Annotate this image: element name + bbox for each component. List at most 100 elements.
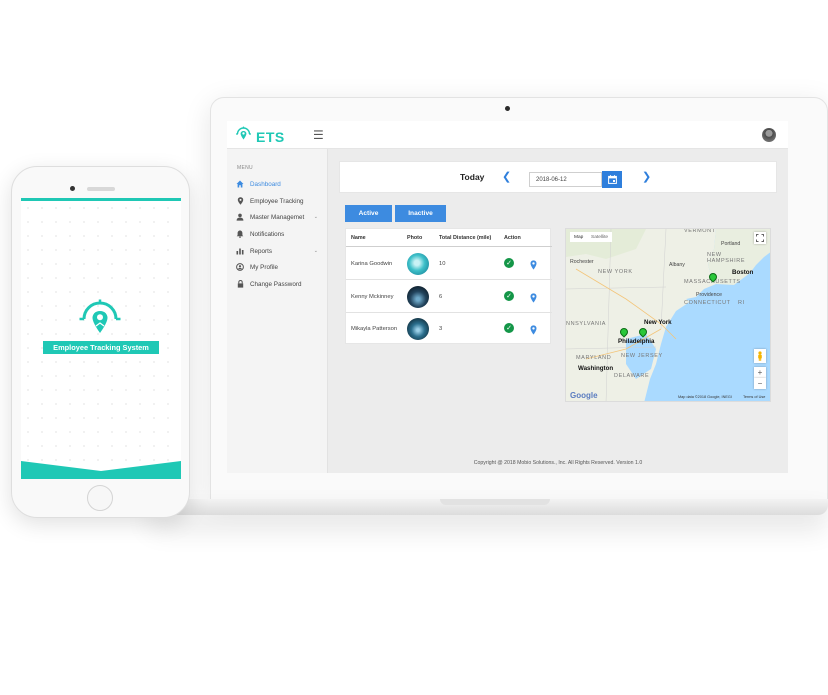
map-label: NNSYLVANIA [566,321,607,327]
employee-distance: 10 [439,261,446,267]
map-label: Portland [721,241,741,247]
google-logo: Google [570,391,598,400]
profile-circle-icon [236,263,244,271]
sidebar-item-employee-tracking[interactable]: Employee Tracking [236,195,324,207]
map-label: NEW YORK [598,269,633,275]
employee-distance: 6 [439,294,443,300]
map-label: CONNECTICUT [684,300,731,306]
sidebar-item-label: Notifications [250,230,285,238]
previous-date-arrow-icon[interactable]: ❮ [502,170,511,183]
approve-check-icon[interactable]: ✓ [504,323,514,333]
column-header-distance: Total Distance (mile) [439,235,492,241]
phone-speaker [87,187,115,191]
street-view-pegman-icon[interactable] [754,349,766,363]
app-logo[interactable]: ETS [235,126,285,147]
map-label: Albany [669,262,685,268]
lock-icon [236,280,244,288]
home-icon [236,180,244,188]
row-divider [346,312,552,313]
map-label: VERMONT [684,228,716,234]
map-label: Washington [578,365,614,372]
app-logo-text: ETS [256,128,285,145]
map-label: Philadelphia [618,338,655,345]
sidebar-item-reports[interactable]: Reports ⌄ [236,245,324,257]
sidebar-heading: MENU [237,165,253,171]
sidebar-item-label: Change Password [250,280,302,288]
sidebar-item-label: My Profile [250,263,278,271]
map-label: NEW JERSEY [621,353,663,359]
map-label: RI [738,300,745,306]
map-type-satellite-tab[interactable]: Satellite [587,232,613,242]
sidebar-item-label: Reports [250,247,273,255]
location-pin-icon[interactable] [530,257,537,275]
map-type-map-tab[interactable]: Map [570,232,588,242]
employee-name: Mikayla Patterson [351,326,398,332]
phone-camera [70,186,75,191]
calendar-icon [607,171,617,189]
approve-check-icon[interactable]: ✓ [504,291,514,301]
sidebar-item-label: Dashboard [250,180,281,188]
sidebar-item-notifications[interactable]: Notifications [236,228,324,240]
employee-photo [407,286,429,308]
zoom-out-button[interactable]: − [754,378,766,389]
location-target-icon [235,126,252,147]
zoom-in-button[interactable]: + [754,367,766,378]
location-pin-icon[interactable] [530,322,537,340]
employee-photo [407,318,429,340]
sidebar-item-label: Employee Tracking [250,197,304,205]
bell-icon [236,230,244,238]
phone-screen: Employee Tracking System [21,198,181,479]
laptop-screen: ETS ☰ MENU Dashboard Employee Tracking M… [227,121,788,473]
map-terms-link[interactable]: Terms of Use [743,395,765,399]
today-label: Today [460,172,485,182]
sidebar: MENU Dashboard Employee Tracking Master … [227,149,328,473]
column-header-action: Action [504,235,521,241]
employee-table: Name Photo Total Distance (mile) Action … [345,228,552,344]
next-date-arrow-icon[interactable]: ❯ [642,170,651,183]
approve-check-icon[interactable]: ✓ [504,258,514,268]
phone-home-button[interactable] [87,485,113,511]
ets-logo-icon [79,299,121,344]
laptop-notch [440,499,550,505]
map-label: NEW HAMPSHIRE [707,252,746,264]
date-bar: Today ❮ 2018-06-12 ❯ [339,161,777,193]
footer-copyright: Copyright @ 2018 Mobio Solutions., Inc. … [473,460,643,466]
inactive-tab-button[interactable]: Inactive [395,205,446,222]
chevron-down-icon: ⌄ [313,214,318,220]
map-label: New York [644,319,672,326]
sidebar-item-label: Master Managemet [250,213,305,221]
top-bar: ETS ☰ [227,121,788,149]
map-label: Rochester [570,259,594,265]
map-label: MARYLAND [576,355,612,361]
sidebar-item-dashboard[interactable]: Dashboard [236,178,324,190]
chevron-down-icon: ⌄ [313,248,318,254]
location-pin-icon[interactable] [530,290,537,308]
menu-toggle-icon[interactable]: ☰ [313,128,324,142]
fullscreen-icon[interactable] [754,232,766,244]
phone-bottom-wave [21,461,181,479]
sidebar-item-master-management[interactable]: Master Managemet ⌄ [236,211,324,223]
column-header-photo: Photo [407,235,423,241]
user-icon [236,213,244,221]
employee-name: Karina Goodwin [351,261,393,267]
employee-distance: 3 [439,326,443,332]
calendar-button[interactable] [602,171,622,188]
bar-chart-icon [236,247,244,255]
laptop-camera [505,106,510,111]
map-label: Boston [732,269,754,276]
header-divider [346,246,552,247]
map-view[interactable]: Map Satellite VERMONT Portland NEW HAMPS… [565,228,771,402]
date-input[interactable]: 2018-06-12 [529,172,602,187]
user-avatar[interactable] [762,128,776,142]
sidebar-item-my-profile[interactable]: My Profile [236,261,324,273]
employee-name: Kenny Mckinney [351,294,394,300]
row-divider [346,279,552,280]
map-label: Providence [696,292,722,298]
active-tab-button[interactable]: Active [345,205,392,222]
app-name-banner: Employee Tracking System [43,341,159,354]
map-label: DELAWARE [614,373,650,379]
map-marker-icon [236,197,244,205]
map-attribution: Map data ©2018 Google, INEGI [678,395,732,399]
employee-photo [407,253,429,275]
sidebar-item-change-password[interactable]: Change Password [236,278,324,290]
